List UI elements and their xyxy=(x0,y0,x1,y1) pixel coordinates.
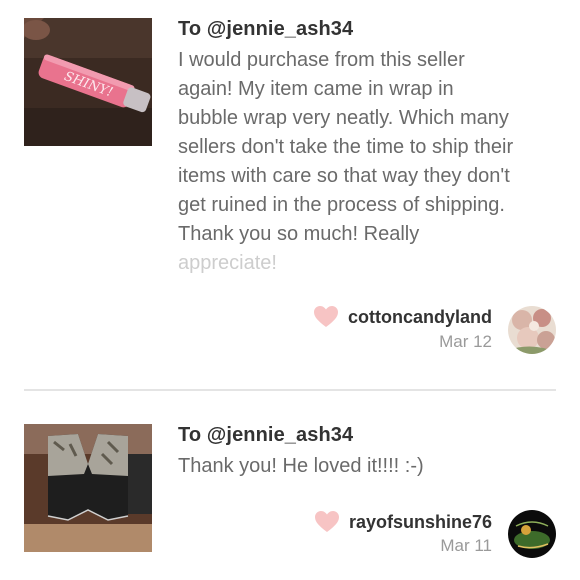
review-text-line: I would purchase from this seller xyxy=(178,49,465,71)
review-text-line: Thank you! He loved it!!!! :-) xyxy=(178,455,424,477)
review-text-line: bubble wrap very neatly. Which many xyxy=(178,107,509,129)
review-feed: SHINY! To @jennie_ash34 I would purchase… xyxy=(0,0,580,580)
review-text-line: sellers don't take the time to ship thei… xyxy=(178,136,514,158)
review-text: Thank you! He loved it!!!! :-) xyxy=(178,452,564,481)
review-recipient: To @jennie_ash34 xyxy=(178,424,354,446)
lip-gloss-photo-icon: SHINY! xyxy=(24,18,152,146)
review-date: Mar 11 xyxy=(440,536,492,555)
author-username[interactable]: rayofsunshine76 xyxy=(349,512,492,533)
item-photo-lip-gloss[interactable]: SHINY! xyxy=(24,18,152,146)
review-text-line: get ruined in the process of shipping. xyxy=(178,194,505,216)
review-text-line-faded: appreciate! xyxy=(178,252,277,274)
review-date: Mar 12 xyxy=(439,332,492,351)
vest-photo-icon xyxy=(24,424,152,552)
review-text-line: again! My item came in wrap in xyxy=(178,78,454,100)
review-recipient: To @jennie_ash34 xyxy=(178,18,354,40)
heart-icon[interactable] xyxy=(314,510,340,534)
author-row: cottoncandyland xyxy=(313,305,492,329)
author-avatar[interactable] xyxy=(508,510,556,558)
author-avatar[interactable] xyxy=(508,306,556,354)
review-text-line: items with care so that way they don't xyxy=(178,165,510,187)
review-text: I would purchase from this seller again!… xyxy=(178,46,564,278)
heart-icon[interactable] xyxy=(313,305,339,329)
flower-avatar-icon xyxy=(508,306,556,354)
item-photo-vest[interactable] xyxy=(24,424,152,552)
author-username[interactable]: cottoncandyland xyxy=(348,307,492,328)
author-row: rayofsunshine76 xyxy=(314,510,492,534)
review-divider xyxy=(24,389,556,391)
sunshine-avatar-icon xyxy=(508,510,556,558)
review-text-line: Thank you so much! Really xyxy=(178,223,420,245)
